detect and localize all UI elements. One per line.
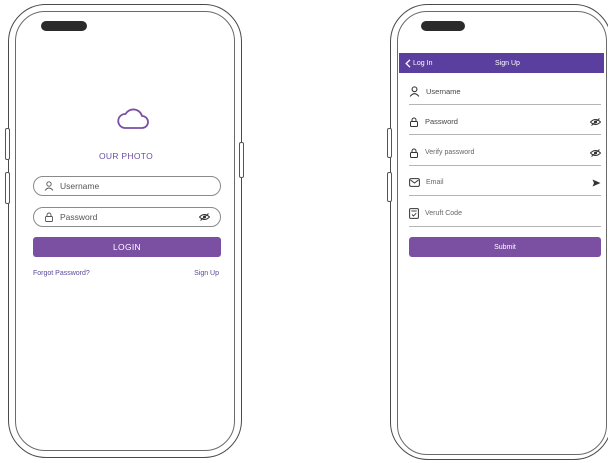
username-label: Username <box>426 87 461 96</box>
password-input[interactable]: Password <box>33 207 221 227</box>
phone-side-button <box>387 128 392 158</box>
lock-icon <box>409 148 419 158</box>
signup-phone-screen <box>397 11 607 455</box>
eye-off-icon[interactable] <box>590 117 601 126</box>
password-placeholder: Password <box>60 212 98 222</box>
username-input[interactable]: Username <box>33 176 221 196</box>
eye-off-icon[interactable] <box>590 148 601 157</box>
lock-icon <box>44 212 54 222</box>
user-icon <box>409 86 420 97</box>
tab-sign-up[interactable]: Sign Up <box>495 60 520 67</box>
back-label: Log In <box>413 59 433 67</box>
eye-off-icon[interactable] <box>199 213 210 221</box>
email-label: Email <box>426 179 444 186</box>
username-placeholder: Username <box>60 181 100 191</box>
verify-password-label: Verify password <box>425 149 475 156</box>
brand-name: OUR PHOTO <box>98 151 154 161</box>
signup-phone-frame: Log In Sign Up Username Password Verify … <box>390 4 608 460</box>
signup-password-field[interactable]: Password <box>409 109 601 135</box>
sign-up-link[interactable]: Sign Up <box>194 270 219 277</box>
send-icon[interactable] <box>592 179 601 187</box>
login-button[interactable]: LOGIN <box>33 237 221 257</box>
email-field[interactable]: Email <box>409 170 601 196</box>
password-label: Password <box>425 117 458 126</box>
verify-code-label: Veruft Code <box>425 210 462 217</box>
submit-button[interactable]: Submit <box>409 237 601 257</box>
document-check-icon <box>409 208 419 219</box>
phone-notch <box>421 21 465 31</box>
phone-notch <box>41 21 87 31</box>
forgot-password-link[interactable]: Forgot Password? <box>33 270 90 277</box>
signup-username-field[interactable]: Username <box>409 79 601 105</box>
verify-password-field[interactable]: Verify password <box>409 140 601 166</box>
phone-side-button <box>239 142 244 178</box>
back-to-login-button[interactable]: Log In <box>399 58 473 68</box>
login-phone-screen <box>15 11 235 451</box>
signup-header: Log In Sign Up <box>399 53 604 73</box>
phone-side-button <box>5 128 10 160</box>
cloud-icon <box>117 105 149 131</box>
chevron-left-icon <box>405 58 411 68</box>
login-phone-frame: OUR PHOTO Username Password LOGIN Forgot… <box>8 4 242 458</box>
phone-side-button <box>5 172 10 204</box>
mail-icon <box>409 178 420 187</box>
lock-icon <box>409 117 419 127</box>
verify-code-field[interactable]: Veruft Code <box>409 201 601 227</box>
phone-side-button <box>387 172 392 202</box>
user-icon <box>44 181 54 191</box>
